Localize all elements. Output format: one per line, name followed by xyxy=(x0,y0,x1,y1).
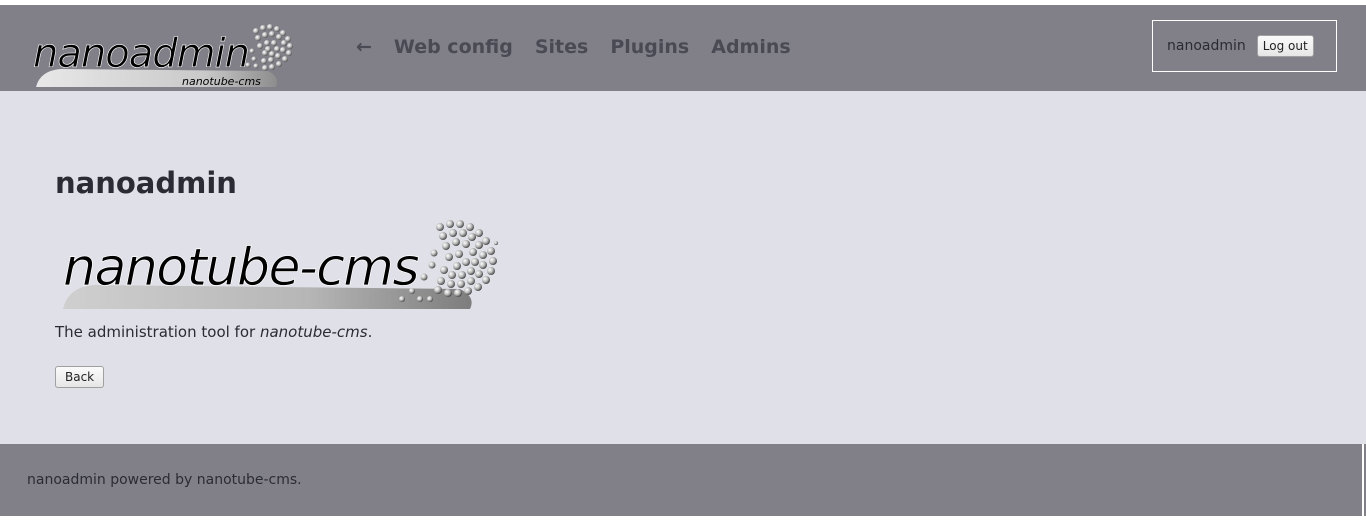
nav-back-arrow[interactable]: ← xyxy=(356,36,372,58)
current-user-name: nanoadmin xyxy=(1167,38,1246,54)
nav-admins[interactable]: Admins xyxy=(711,36,790,58)
nav-web-config[interactable]: Web config xyxy=(394,36,513,58)
footer-bar: nanoadmin powered by nanotube-cms. xyxy=(0,444,1366,516)
page-title: nanoadmin xyxy=(55,166,237,200)
bottom-strip xyxy=(0,516,1366,522)
header-bar: nanoadmin nanotube-cms ← Web config Site… xyxy=(0,5,1366,91)
logo-subtext: nanotube-cms xyxy=(182,75,261,88)
logo-wordmark: nanoadmin xyxy=(33,31,249,77)
intro-suffix: . xyxy=(367,323,373,341)
main-nav: ← Web config Sites Plugins Admins xyxy=(356,34,813,60)
logout-button[interactable]: Log out xyxy=(1256,35,1314,57)
nav-plugins[interactable]: Plugins xyxy=(610,36,689,58)
user-box: nanoadmin Log out xyxy=(1152,20,1337,72)
back-button[interactable]: Back xyxy=(55,366,105,388)
intro-product-name: nanotube-cms xyxy=(259,323,368,341)
nav-sites[interactable]: Sites xyxy=(535,36,588,58)
main-content: nanoadmin nanotube-cms The administratio… xyxy=(0,91,1366,444)
intro-prefix: The administration tool for xyxy=(55,323,260,341)
footer-text: nanoadmin powered by nanotube-cms. xyxy=(27,472,302,488)
nanotube-cms-logo: nanotube-cms xyxy=(63,220,498,309)
scrollbar-edge xyxy=(1362,444,1364,516)
cms-logo-wordmark: nanotube-cms xyxy=(63,238,418,298)
intro-text: The administration tool for nanotube-cms… xyxy=(55,323,372,341)
nanoadmin-logo[interactable]: nanoadmin nanotube-cms xyxy=(30,19,294,89)
